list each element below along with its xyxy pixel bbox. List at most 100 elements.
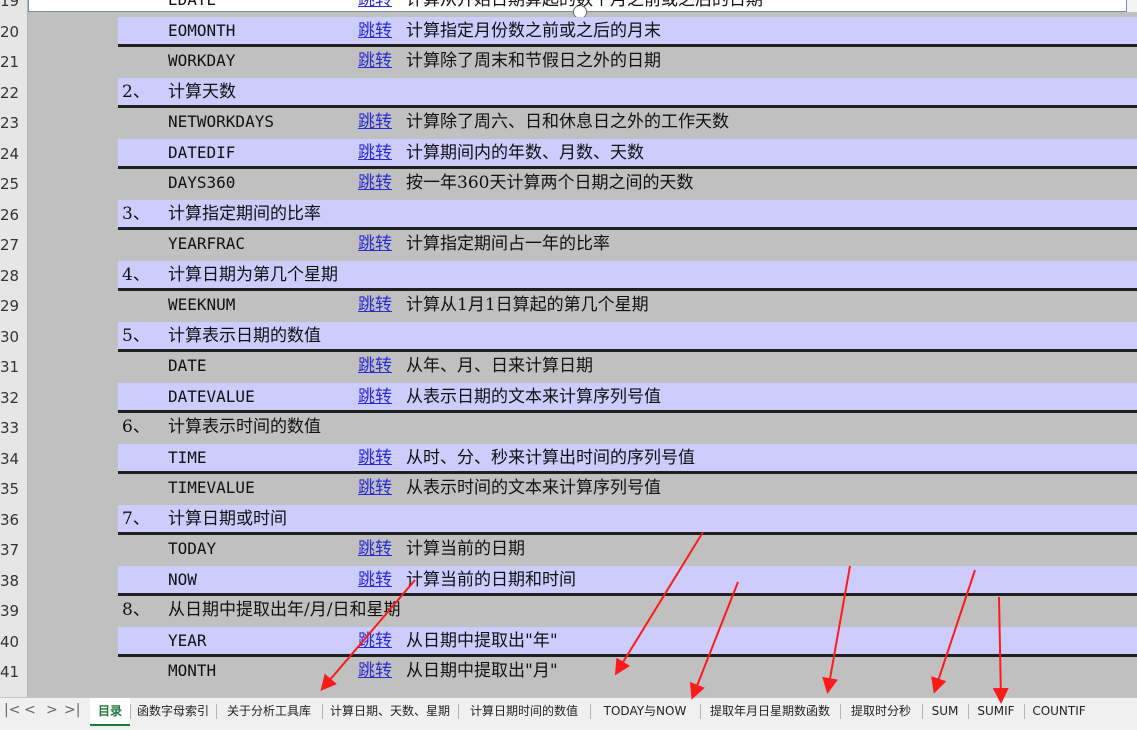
row-number[interactable]: 37 (0, 541, 24, 559)
section-number: 8、 (122, 600, 150, 620)
function-name: EDATE (168, 0, 216, 14)
function-name: DATEVALUE (168, 386, 255, 406)
function-description: 计算除了周末和节假日之外的日期 (406, 51, 661, 71)
row-number[interactable]: 19 (0, 0, 24, 10)
row-number[interactable]: 34 (0, 450, 24, 468)
function-description: 从表示时间的文本来计算序列号值 (406, 478, 661, 498)
jump-link[interactable]: 跳转 (358, 230, 392, 258)
prev-sheet-icon[interactable]: < (24, 702, 36, 718)
sheet-tab[interactable]: 计算日期、天数、星期 (322, 698, 458, 724)
row-number[interactable]: 30 (0, 328, 24, 346)
function-description: 计算从开始日期算起的数个月之前或之后的日期 (406, 0, 763, 10)
jump-link[interactable]: 跳转 (358, 108, 392, 136)
row-headers: 19 20 21 22 23 24 25 26 27 28 29 30 31 32 33 34 35 36 37 38… (0, 0, 28, 697)
jump-link[interactable]: 跳转 (358, 657, 392, 685)
jump-link[interactable]: 跳转 (358, 444, 392, 472)
section-number: 7、 (122, 508, 150, 529)
row-number[interactable]: 31 (0, 358, 24, 376)
section-number: 5、 (122, 325, 150, 346)
function-name: WORKDAY (168, 51, 236, 70)
table-row: DAYS360 跳转 按一年360天计算两个日期之间的天数 (118, 169, 1137, 199)
table-row: TIMEVALUE 跳转 从表示时间的文本来计算序列号值 (118, 474, 1137, 504)
section-title: 计算天数 (168, 81, 236, 102)
table-row: 5、 计算表示日期的数值 (118, 321, 1137, 352)
sheet-tab[interactable]: 函数字母索引 (130, 698, 216, 724)
function-name: NOW (168, 569, 197, 589)
table-row: NOW 跳转 计算当前的日期和时间 (118, 565, 1137, 596)
row-number[interactable]: 35 (0, 480, 24, 498)
section-title: 计算日期为第几个星期 (168, 264, 338, 285)
function-description: 从年、月、日来计算日期 (406, 356, 593, 376)
sheet-tab[interactable]: 目录 (90, 698, 130, 726)
table-row: 6、 计算表示时间的数值 (118, 413, 1137, 443)
row-number[interactable]: 33 (0, 419, 24, 437)
table-row: WEEKNUM 跳转 计算从1月1日算起的第几个星期 (118, 291, 1137, 321)
row-number[interactable]: 27 (0, 236, 24, 254)
jump-link[interactable]: 跳转 (358, 291, 392, 319)
row-number[interactable]: 21 (0, 53, 24, 71)
function-description: 从日期中提取出"年" (406, 630, 558, 651)
table-row: DATEDIF 跳转 计算期间内的年数、月数、天数 (118, 138, 1137, 169)
row-number[interactable]: 40 (0, 633, 24, 651)
function-name: WEEKNUM (168, 295, 236, 314)
table-row: WORKDAY 跳转 计算除了周末和节假日之外的日期 (118, 47, 1137, 77)
row-number[interactable]: 28 (0, 267, 24, 285)
section-title: 计算日期或时间 (168, 508, 287, 529)
table-row: TODAY 跳转 计算当前的日期 (118, 535, 1137, 565)
function-name: TIME (168, 447, 207, 467)
row-number[interactable]: 39 (0, 602, 24, 620)
row-number[interactable]: 22 (0, 84, 24, 102)
next-sheet-icon[interactable]: > (46, 702, 58, 718)
function-description: 从日期中提取出"月" (406, 661, 558, 681)
row-number[interactable]: 26 (0, 206, 24, 224)
sheet-tab[interactable]: 提取时分秒 (840, 698, 922, 724)
jump-link[interactable]: 跳转 (358, 352, 392, 380)
sheet-tab[interactable]: 提取年月日星期数函数 (700, 698, 840, 724)
jump-link[interactable]: 跳转 (358, 474, 392, 502)
jump-link[interactable]: 跳转 (358, 627, 392, 655)
function-name: TODAY (168, 539, 217, 558)
table-row: EDATE 跳转 计算从开始日期算起的数个月之前或之后的日期 (118, 0, 1137, 16)
sheet-grid: EDATE跳转计算从开始日期算起的数个月之前或之后的日期EOMONTH跳转计算指… (28, 0, 1137, 697)
sheet-tab[interactable]: COUNTIF (1024, 698, 1094, 724)
sheet-tab[interactable]: 计算日期时间的数值 (458, 698, 590, 724)
function-name: EOMONTH (168, 20, 236, 40)
row-number[interactable]: 20 (0, 23, 24, 41)
first-sheet-icon[interactable]: |< (4, 702, 20, 718)
row-number[interactable]: 32 (0, 389, 24, 407)
section-title: 计算表示时间的数值 (168, 417, 321, 437)
function-name: NETWORKDAYS (168, 112, 274, 131)
jump-link[interactable]: 跳转 (358, 47, 392, 75)
function-name: DATEDIF (168, 142, 236, 162)
table-row: 4、 计算日期为第几个星期 (118, 260, 1137, 291)
section-number: 2、 (122, 81, 150, 102)
sheet-tab[interactable]: 关于分析工具库 (216, 698, 322, 724)
function-name: TIMEVALUE (168, 478, 255, 497)
jump-link[interactable]: 跳转 (358, 535, 392, 563)
sheet-tab[interactable]: SUMIF (968, 698, 1024, 724)
jump-link[interactable]: 跳转 (358, 169, 392, 197)
row-number[interactable]: 41 (0, 663, 24, 681)
row-number[interactable]: 38 (0, 572, 24, 590)
function-description: 计算期间内的年数、月数、天数 (406, 142, 644, 163)
section-title: 计算表示日期的数值 (168, 325, 321, 346)
section-number: 4、 (122, 264, 150, 285)
sheet-tab[interactable]: SUM (922, 698, 968, 724)
row-number[interactable]: 24 (0, 145, 24, 163)
last-sheet-icon[interactable]: >| (64, 702, 80, 718)
function-description: 计算指定期间占一年的比率 (406, 234, 610, 254)
function-description: 计算除了周六、日和休息日之外的工作天数 (406, 112, 729, 132)
row-number[interactable]: 29 (0, 297, 24, 315)
jump-link[interactable]: 跳转 (358, 17, 392, 45)
jump-link[interactable]: 跳转 (358, 566, 392, 594)
row-number[interactable]: 23 (0, 114, 24, 132)
row-number[interactable]: 36 (0, 511, 24, 529)
function-description: 计算当前的日期 (406, 539, 525, 559)
jump-link[interactable]: 跳转 (358, 139, 392, 167)
sheet-tab[interactable]: TODAY与NOW (590, 698, 700, 724)
jump-link[interactable]: 跳转 (358, 383, 392, 411)
jump-link[interactable]: 跳转 (358, 0, 392, 14)
function-description: 计算从1月1日算起的第几个星期 (406, 295, 649, 315)
table-row: 7、 计算日期或时间 (118, 504, 1137, 535)
row-number[interactable]: 25 (0, 175, 24, 193)
